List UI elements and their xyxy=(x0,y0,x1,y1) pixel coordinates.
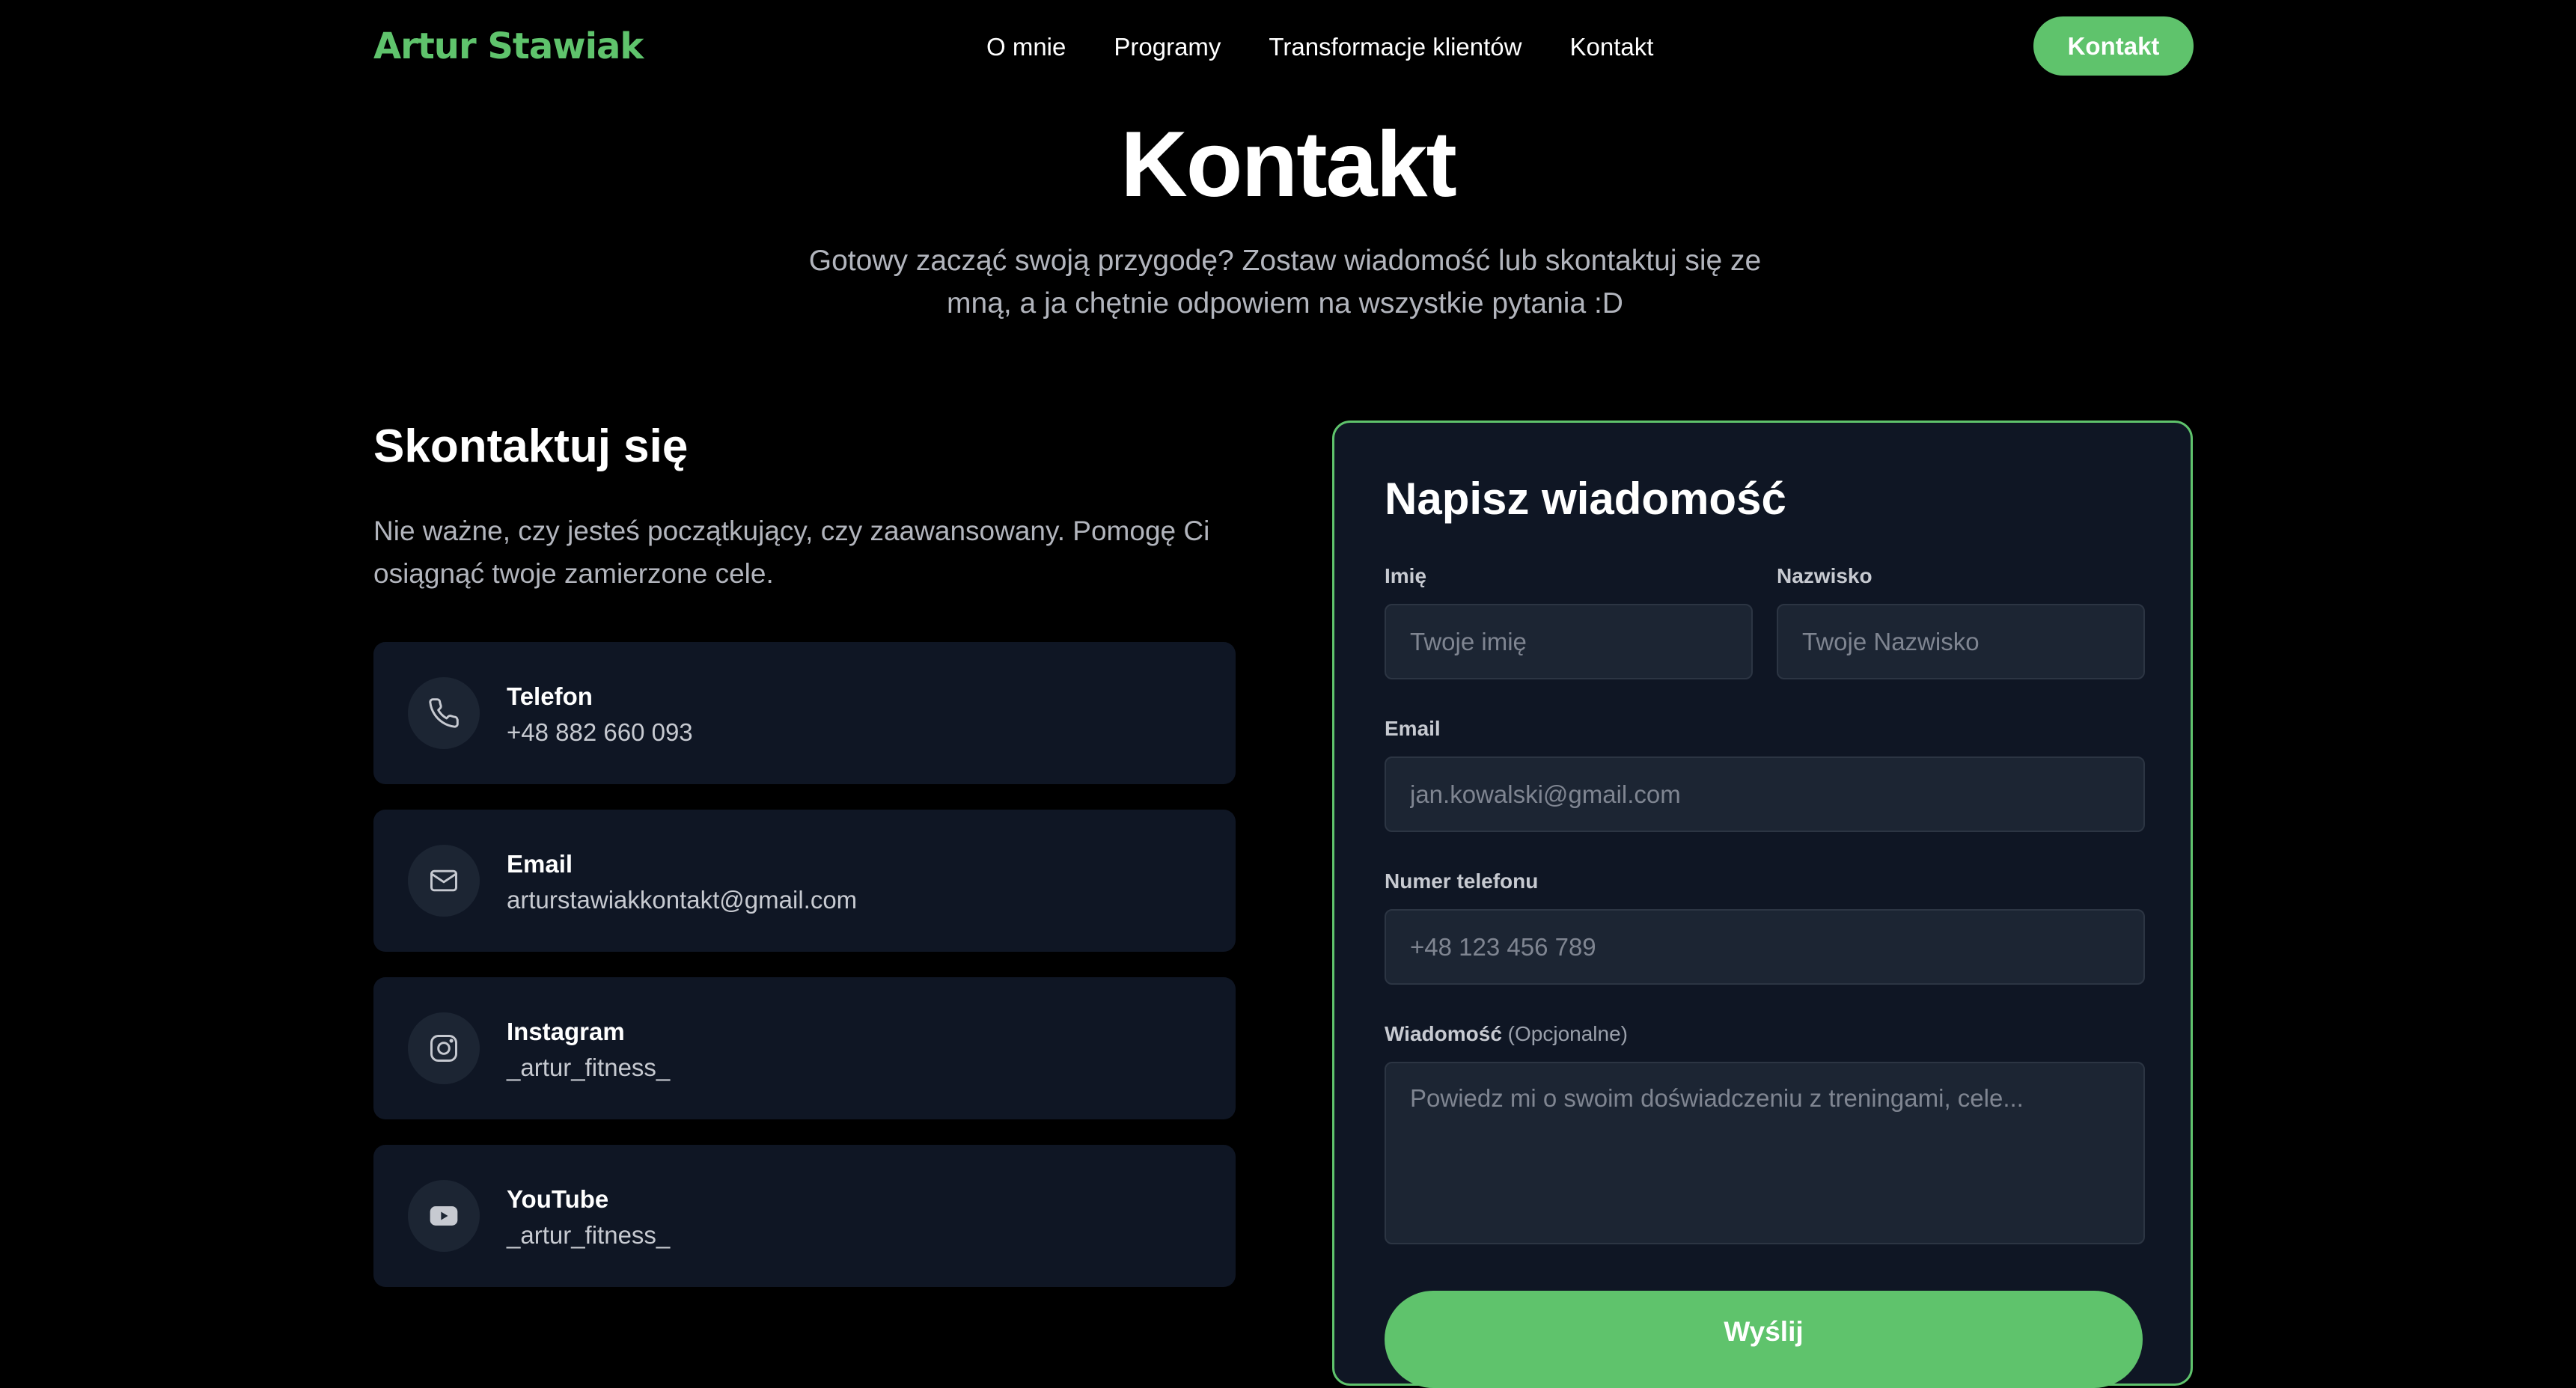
last-name-input[interactable] xyxy=(1777,604,2145,679)
contact-info-section: Skontaktuj się Nie ważne, czy jesteś poc… xyxy=(373,415,1236,595)
first-name-input[interactable] xyxy=(1385,604,1753,679)
youtube-icon xyxy=(408,1180,480,1252)
message-textarea[interactable] xyxy=(1385,1062,2145,1244)
page-subtitle: Gotowy zacząć swoją przygodę? Zostaw wia… xyxy=(808,245,1762,320)
message-label-group: Wiadomość (Opcjonalne) xyxy=(1385,1021,1628,1048)
last-name-label: Nazwisko xyxy=(1777,564,1873,587)
contact-card-label: Instagram xyxy=(507,1018,625,1045)
site-header: Artur Stawiak O mnie Programy Transforma… xyxy=(0,0,2576,94)
contact-card-value[interactable]: +48 882 660 093 xyxy=(507,717,693,748)
nav-link-o-mnie[interactable]: O mnie xyxy=(986,28,1066,66)
phone-label: Numer telefonu xyxy=(1385,869,1539,893)
phone-input[interactable] xyxy=(1385,909,2145,985)
header-contact-button[interactable]: Kontakt xyxy=(2033,16,2194,76)
message-optional-hint: (Opcjonalne) xyxy=(1507,1022,1628,1045)
main-nav: O mnie Programy Transformacje klientów K… xyxy=(986,28,1653,66)
site-logo[interactable]: Artur Stawiak xyxy=(373,22,644,70)
contact-card-youtube[interactable]: YouTube _artur_fitness_ xyxy=(373,1145,1236,1287)
nav-link-programy[interactable]: Programy xyxy=(1114,28,1221,66)
contact-card-value[interactable]: _artur_fitness_ xyxy=(507,1220,670,1251)
contact-section-description: Nie ważne, czy jesteś początkujący, czy … xyxy=(373,516,1210,589)
contact-card-value[interactable]: _artur_fitness_ xyxy=(507,1052,670,1083)
email-label: Email xyxy=(1385,717,1441,740)
email-input[interactable] xyxy=(1385,756,2145,832)
contact-card-email[interactable]: Email arturstawiakkontakt@gmail.com xyxy=(373,810,1236,952)
contact-card-value[interactable]: arturstawiakkontakt@gmail.com xyxy=(507,884,857,916)
first-name-label: Imię xyxy=(1385,564,1427,587)
contact-section-title: Skontaktuj się xyxy=(373,421,689,472)
nav-link-transformacje[interactable]: Transformacje klientów xyxy=(1269,28,1522,66)
contact-card-label: Telefon xyxy=(507,682,593,710)
message-label: Wiadomość xyxy=(1385,1022,1502,1045)
contact-cards: Telefon +48 882 660 093 Email arturstawi… xyxy=(373,642,1236,1312)
nav-link-kontakt[interactable]: Kontakt xyxy=(1569,28,1653,66)
contact-card-label: Email xyxy=(507,850,573,878)
form-title: Napisz wiadomość xyxy=(1385,474,1786,524)
contact-card-label: YouTube xyxy=(507,1185,609,1213)
submit-button[interactable]: Wyślij xyxy=(1385,1291,2143,1388)
contact-card-phone[interactable]: Telefon +48 882 660 093 xyxy=(373,642,1236,784)
page-title: Kontakt xyxy=(1120,113,1457,216)
contact-form: Napisz wiadomość Imię Nazwisko Email Num… xyxy=(1332,421,2193,1388)
contact-card-instagram[interactable]: Instagram _artur_fitness_ xyxy=(373,977,1236,1119)
instagram-icon xyxy=(408,1012,480,1084)
mail-icon xyxy=(408,845,480,917)
phone-icon xyxy=(408,677,480,749)
